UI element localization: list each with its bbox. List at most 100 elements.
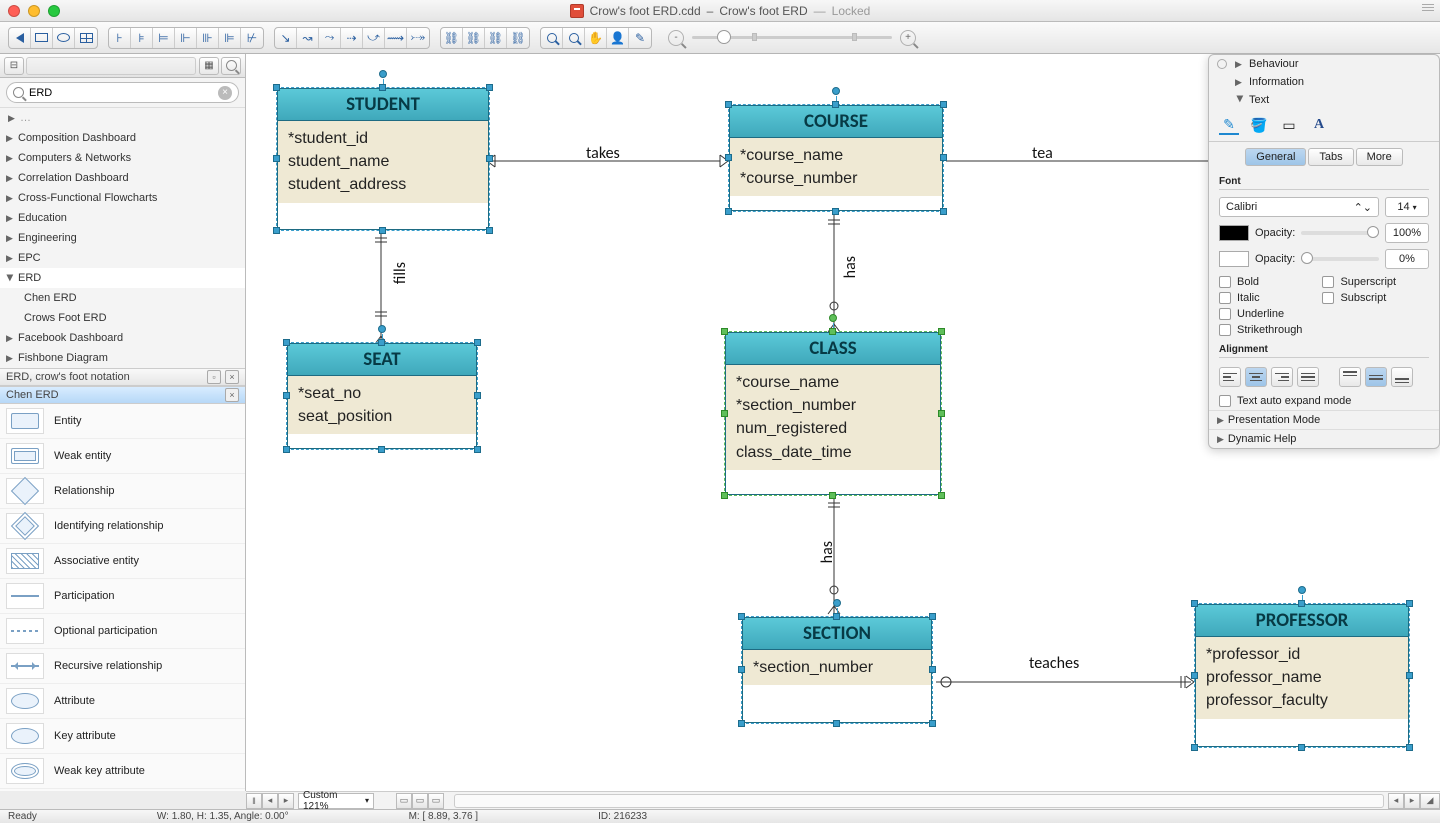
tool-line-5[interactable]: ⤻ <box>363 28 385 48</box>
resize-handle[interactable] <box>283 446 290 453</box>
inspector-tab-more[interactable]: More <box>1356 148 1403 166</box>
text-bgcolor-swatch[interactable] <box>1219 251 1249 267</box>
tree-item[interactable]: ▶Facebook Dashboard <box>0 328 245 348</box>
font-size-select[interactable]: 14 ▾ <box>1385 197 1429 217</box>
resize-handle[interactable] <box>1406 744 1413 751</box>
resize-handle[interactable] <box>721 410 728 417</box>
resize-handle[interactable] <box>486 84 493 91</box>
tool-table[interactable] <box>75 28 97 48</box>
tool-tree-5[interactable]: ⊪ <box>197 28 219 48</box>
sidebar-search-input[interactable] <box>29 87 213 99</box>
resize-handle[interactable] <box>940 154 947 161</box>
tool-user[interactable]: 👤 <box>607 28 629 48</box>
resize-handle[interactable] <box>379 227 386 234</box>
inspector-section-behaviour[interactable]: ▶Behaviour <box>1209 55 1439 73</box>
lib-save-icon[interactable]: ▫ <box>207 370 221 384</box>
zoom-out-icon[interactable]: - <box>668 30 684 46</box>
canvas[interactable]: STUDENT *student_idstudent_namestudent_a… <box>246 54 1440 791</box>
shape-relationship[interactable]: Relationship <box>0 474 245 509</box>
sidebar-search-tab-icon[interactable] <box>221 57 241 75</box>
view-mode-1-icon[interactable]: ▭ <box>396 793 412 809</box>
resize-handle[interactable] <box>1298 600 1305 607</box>
resize-handle[interactable] <box>833 613 840 620</box>
tool-line-7[interactable]: ⤐ <box>407 28 429 48</box>
resize-handle[interactable] <box>929 720 936 727</box>
subscript-checkbox[interactable] <box>1322 292 1334 304</box>
lib-close-icon[interactable]: × <box>225 388 239 402</box>
inspector-section-text[interactable]: ▶Text <box>1209 91 1439 109</box>
resize-handle[interactable] <box>725 208 732 215</box>
resize-handle[interactable] <box>832 101 839 108</box>
page-pause-icon[interactable]: ‖ <box>246 793 262 809</box>
tree-item[interactable]: ▶Composition Dashboard <box>0 128 245 148</box>
resize-handle[interactable] <box>486 155 493 162</box>
resize-handle[interactable] <box>938 492 945 499</box>
entity-section[interactable]: SECTION *section_number <box>741 616 933 724</box>
inspector-section-information[interactable]: ▶Information <box>1209 73 1439 91</box>
resize-handle[interactable] <box>474 339 481 346</box>
sidebar-tab-tree-icon[interactable]: ⊟ <box>4 57 24 75</box>
resize-handle[interactable] <box>1406 600 1413 607</box>
resize-handle[interactable] <box>1298 744 1305 751</box>
view-mode-2-icon[interactable]: ▭ <box>412 793 428 809</box>
scroll-left-icon[interactable]: ◂ <box>1388 793 1404 809</box>
resize-handle[interactable] <box>738 613 745 620</box>
resize-handle[interactable] <box>1406 672 1413 679</box>
resize-handle[interactable] <box>725 154 732 161</box>
italic-checkbox[interactable] <box>1219 292 1231 304</box>
superscript-checkbox[interactable] <box>1322 276 1334 288</box>
close-window-button[interactable] <box>8 5 20 17</box>
resize-handle[interactable] <box>273 227 280 234</box>
tool-tree-7[interactable]: ⊬ <box>241 28 263 48</box>
tool-pointer[interactable] <box>9 28 31 48</box>
entity-class[interactable]: CLASS *course_name*section_numbernum_reg… <box>724 331 942 496</box>
font-family-select[interactable]: Calibri⌃⌄ <box>1219 197 1379 217</box>
resize-handle[interactable] <box>929 666 936 673</box>
entity-professor[interactable]: PROFESSOR *professor_idprofessor_namepro… <box>1194 603 1410 748</box>
rotate-handle-icon[interactable] <box>1298 586 1306 594</box>
zoom-field[interactable]: Custom 121%▾ <box>298 793 374 809</box>
library-header-chen[interactable]: Chen ERD × <box>0 386 245 404</box>
tool-zoom-fit[interactable] <box>541 28 563 48</box>
inspector-dynamic-help[interactable]: ▶Dynamic Help <box>1209 429 1439 448</box>
resize-handle[interactable] <box>721 328 728 335</box>
tool-zoom[interactable] <box>563 28 585 48</box>
resize-handle[interactable] <box>833 720 840 727</box>
tree-item[interactable]: ▶Education <box>0 208 245 228</box>
resize-handle[interactable] <box>829 328 836 335</box>
entity-course[interactable]: COURSE *course_name*course_number <box>728 104 944 212</box>
rotate-handle-icon[interactable] <box>832 87 840 95</box>
entity-seat[interactable]: SEAT *seat_noseat_position <box>286 342 478 450</box>
tool-tree-3[interactable]: ⊨ <box>153 28 175 48</box>
resize-handle[interactable] <box>379 84 386 91</box>
tool-chain-3[interactable]: ⛓ <box>485 28 507 48</box>
tool-chain-2[interactable]: ⛓ <box>463 28 485 48</box>
text-fill-tool-icon[interactable]: 🪣 <box>1249 115 1269 135</box>
tool-tree-6[interactable]: ⊫ <box>219 28 241 48</box>
align-justify-button[interactable] <box>1297 367 1319 387</box>
lib-close-icon[interactable]: × <box>225 370 239 384</box>
resize-handle[interactable] <box>474 392 481 399</box>
rotate-handle-icon[interactable] <box>378 325 386 333</box>
tree-item-crows-foot[interactable]: Crows Foot ERD <box>0 308 245 328</box>
shape-optional-participation[interactable]: Optional participation <box>0 614 245 649</box>
entity-student[interactable]: STUDENT *student_idstudent_namestudent_a… <box>276 87 490 231</box>
tool-tree-1[interactable]: ⊦ <box>109 28 131 48</box>
shape-weak-entity[interactable]: Weak entity <box>0 439 245 474</box>
tool-rectangle[interactable] <box>31 28 53 48</box>
page-corner-icon[interactable]: ◢ <box>1420 793 1440 809</box>
tree-item[interactable]: ▶Computers & Networks <box>0 148 245 168</box>
tool-chain-1[interactable]: ⛓ <box>441 28 463 48</box>
auto-expand-checkbox[interactable] <box>1219 395 1231 407</box>
resize-handle[interactable] <box>940 208 947 215</box>
resize-handle[interactable] <box>378 339 385 346</box>
tree-item[interactable]: ▶Engineering <box>0 228 245 248</box>
zoom-in-icon[interactable]: + <box>900 30 916 46</box>
resize-handle[interactable] <box>474 446 481 453</box>
page-first-icon[interactable]: ◂ <box>262 793 278 809</box>
opacity-slider-1[interactable] <box>1301 231 1379 235</box>
tool-line-4[interactable]: ⇢ <box>341 28 363 48</box>
clear-search-icon[interactable]: × <box>218 86 232 100</box>
align-bottom-button[interactable] <box>1391 367 1413 387</box>
tree-item-chen-erd[interactable]: Chen ERD <box>0 288 245 308</box>
